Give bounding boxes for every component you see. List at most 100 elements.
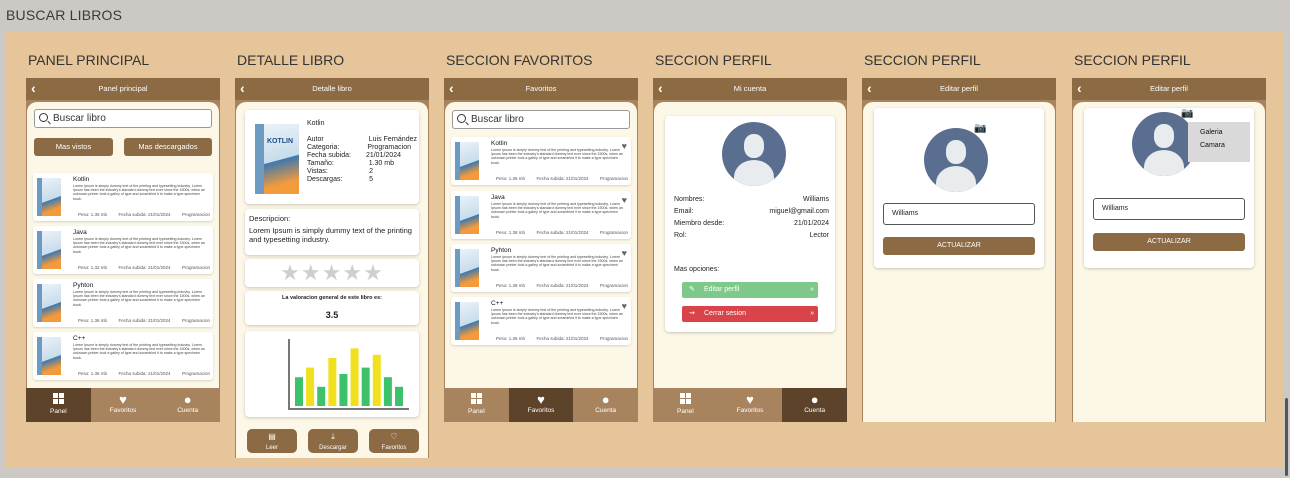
rating-summary: La valoracion general de este libro es: … [245,291,419,325]
rating-chart-card [245,331,419,417]
book-info-card: KOTLIN Kotlin Autor Luis Fernández Catego… [245,110,419,204]
chart-bar [306,367,315,406]
nav-cuenta[interactable]: ● Cuenta [782,388,847,422]
photo-source-menu: Galeria Camara [1188,122,1250,162]
screen-detalle: ‹ Detalle libro KOTLIN Kotlin Autor Luis … [235,78,429,458]
cerrar-sesion-button[interactable]: ⇝ Cerrar sesion» [682,306,818,322]
bottom-nav: Panel ♥ Favoritos ● Cuenta [444,388,638,422]
section-title: SECCION PERFIL [1074,52,1191,68]
nav-panel[interactable]: Panel [444,388,509,422]
name-input[interactable]: Williams [883,203,1035,225]
topbar: ‹ Favoritos [444,78,638,100]
section-title: PANEL PRINCIPAL [28,52,150,68]
book-card[interactable]: C++ Lorem Ipsum is simply dummy text of … [33,332,213,380]
nav-cuenta[interactable]: ● Cuenta [155,388,220,422]
search-icon [457,114,466,123]
search-input[interactable]: Buscar libro [34,109,212,128]
heart-icon: ♥ [537,392,545,407]
camera-icon[interactable]: 📷 [974,123,986,134]
book-card[interactable]: ♥ C++ Lorem Ipsum is simply dummy text o… [451,297,631,345]
star-icon: ★ [321,260,343,285]
back-arrow-icon[interactable]: ‹ [31,78,36,99]
topbar-title: Favoritos [525,84,557,93]
scrollbar[interactable] [1285,398,1288,476]
search-input[interactable]: Buscar libro [452,110,630,129]
section-title: SECCION PERFIL [655,52,772,68]
screen-favoritos: ‹ Favoritos Buscar libro ♥ Kotlin Lorem … [444,78,638,422]
section-title: SECCION FAVORITOS [446,52,593,68]
back-arrow-icon[interactable]: ‹ [1077,78,1082,99]
leer-button[interactable]: ▤ Leer [247,429,297,453]
user-icon: ● [183,392,192,407]
topbar-title: Editar perfil [940,84,978,93]
rating-stars[interactable]: ★★★★★ [245,259,419,287]
chart-bar [317,386,326,406]
screen-editar-perfil: ‹ Editar perfil 📷 Williams ACTUALIZAR [862,78,1056,422]
book-cover [455,302,479,340]
book-cover [37,231,61,269]
book-title: Kotlin [307,120,325,127]
design-canvas: PANEL PRINCIPAL ‹ Panel principal Buscar… [6,32,1283,468]
nav-panel[interactable]: Panel [653,388,718,422]
star-icon: ★ [342,260,364,285]
rating-bar-chart [288,339,409,410]
back-arrow-icon[interactable]: ‹ [240,78,245,99]
star-icon: ★ [280,260,301,285]
edit-card: 📷 Williams ACTUALIZAR [874,108,1044,268]
book-card[interactable]: Kotlin Lorem Ipsum is simply dummy text … [33,173,213,221]
mas-vistos-button[interactable]: Mas vistos [34,138,113,156]
chart-bar [361,367,370,406]
chart-bar [295,377,303,406]
heart-icon: ♥ [119,392,127,407]
name-input[interactable]: Williams [1093,198,1245,220]
heart-icon: ♥ [746,392,754,407]
mas-descargados-button[interactable]: Mas descargados [124,138,212,156]
edit-card: 📷 Galeria Camara Williams ACTUALIZAR [1084,108,1254,268]
book-cover [37,178,61,216]
favoritos-button[interactable]: ♡ Favoritos [369,429,419,453]
download-icon: ⤓ [331,432,335,441]
nav-favoritos[interactable]: ♥ Favoritos [508,388,574,422]
descargar-button[interactable]: ⤓ Descargar [308,429,358,453]
book-cover [455,249,479,287]
avatar [924,128,988,192]
star-icon: ★ [363,260,384,285]
section-title: DETALLE LIBRO [237,52,345,68]
book-cover [455,196,479,234]
menu-item-camara[interactable]: Camara [1188,136,1250,149]
topbar: ‹ Editar perfil [862,78,1056,100]
screen-panel-principal: ‹ Panel principal Buscar libro Mas visto… [26,78,220,422]
book-card[interactable]: ♥ Java Lorem Ipsum is simply dummy text … [451,191,631,239]
book-cover: KOTLIN [255,124,299,194]
chevron-right-icon: » [810,310,814,317]
logout-icon: ⇝ [689,310,695,317]
nav-favoritos[interactable]: ♥ Favoritos [718,388,783,422]
menu-item-galeria[interactable]: Galeria [1188,122,1250,136]
back-arrow-icon[interactable]: ‹ [449,78,454,99]
heart-outline-icon: ♡ [390,432,398,441]
book-card[interactable]: ♥ Kotlin Lorem Ipsum is simply dummy tex… [451,137,631,185]
chart-bar [339,374,348,406]
editar-perfil-button[interactable]: ✎ Editar perfil» [682,282,818,298]
search-icon [39,113,48,122]
camera-icon[interactable]: 📷 [1181,108,1193,119]
topbar: ‹ Panel principal [26,78,220,100]
account-card: Nombres: Williams Email: miguel@gmail.com … [665,116,835,332]
grid-icon [52,393,64,404]
book-cover [455,142,479,180]
book-card[interactable]: ♥ Pyhton Lorem Ipsum is simply dummy tex… [451,244,631,292]
back-arrow-icon[interactable]: ‹ [658,78,663,99]
nav-favoritos[interactable]: ♥ Favoritos [91,388,156,422]
nav-cuenta[interactable]: ● Cuenta [573,388,638,422]
book-icon: ▤ [268,432,276,441]
book-card[interactable]: Java Lorem Ipsum is simply dummy text of… [33,226,213,274]
nav-panel[interactable]: Panel [26,388,91,422]
back-arrow-icon[interactable]: ‹ [867,78,872,99]
actualizar-button[interactable]: ACTUALIZAR [1093,233,1245,251]
actualizar-button[interactable]: ACTUALIZAR [883,237,1035,255]
user-icon: ● [601,392,610,407]
chevron-right-icon: » [810,286,814,293]
chart-bar [372,354,381,406]
book-card[interactable]: Pyhton Lorem Ipsum is simply dummy text … [33,279,213,327]
grid-icon [470,393,482,404]
